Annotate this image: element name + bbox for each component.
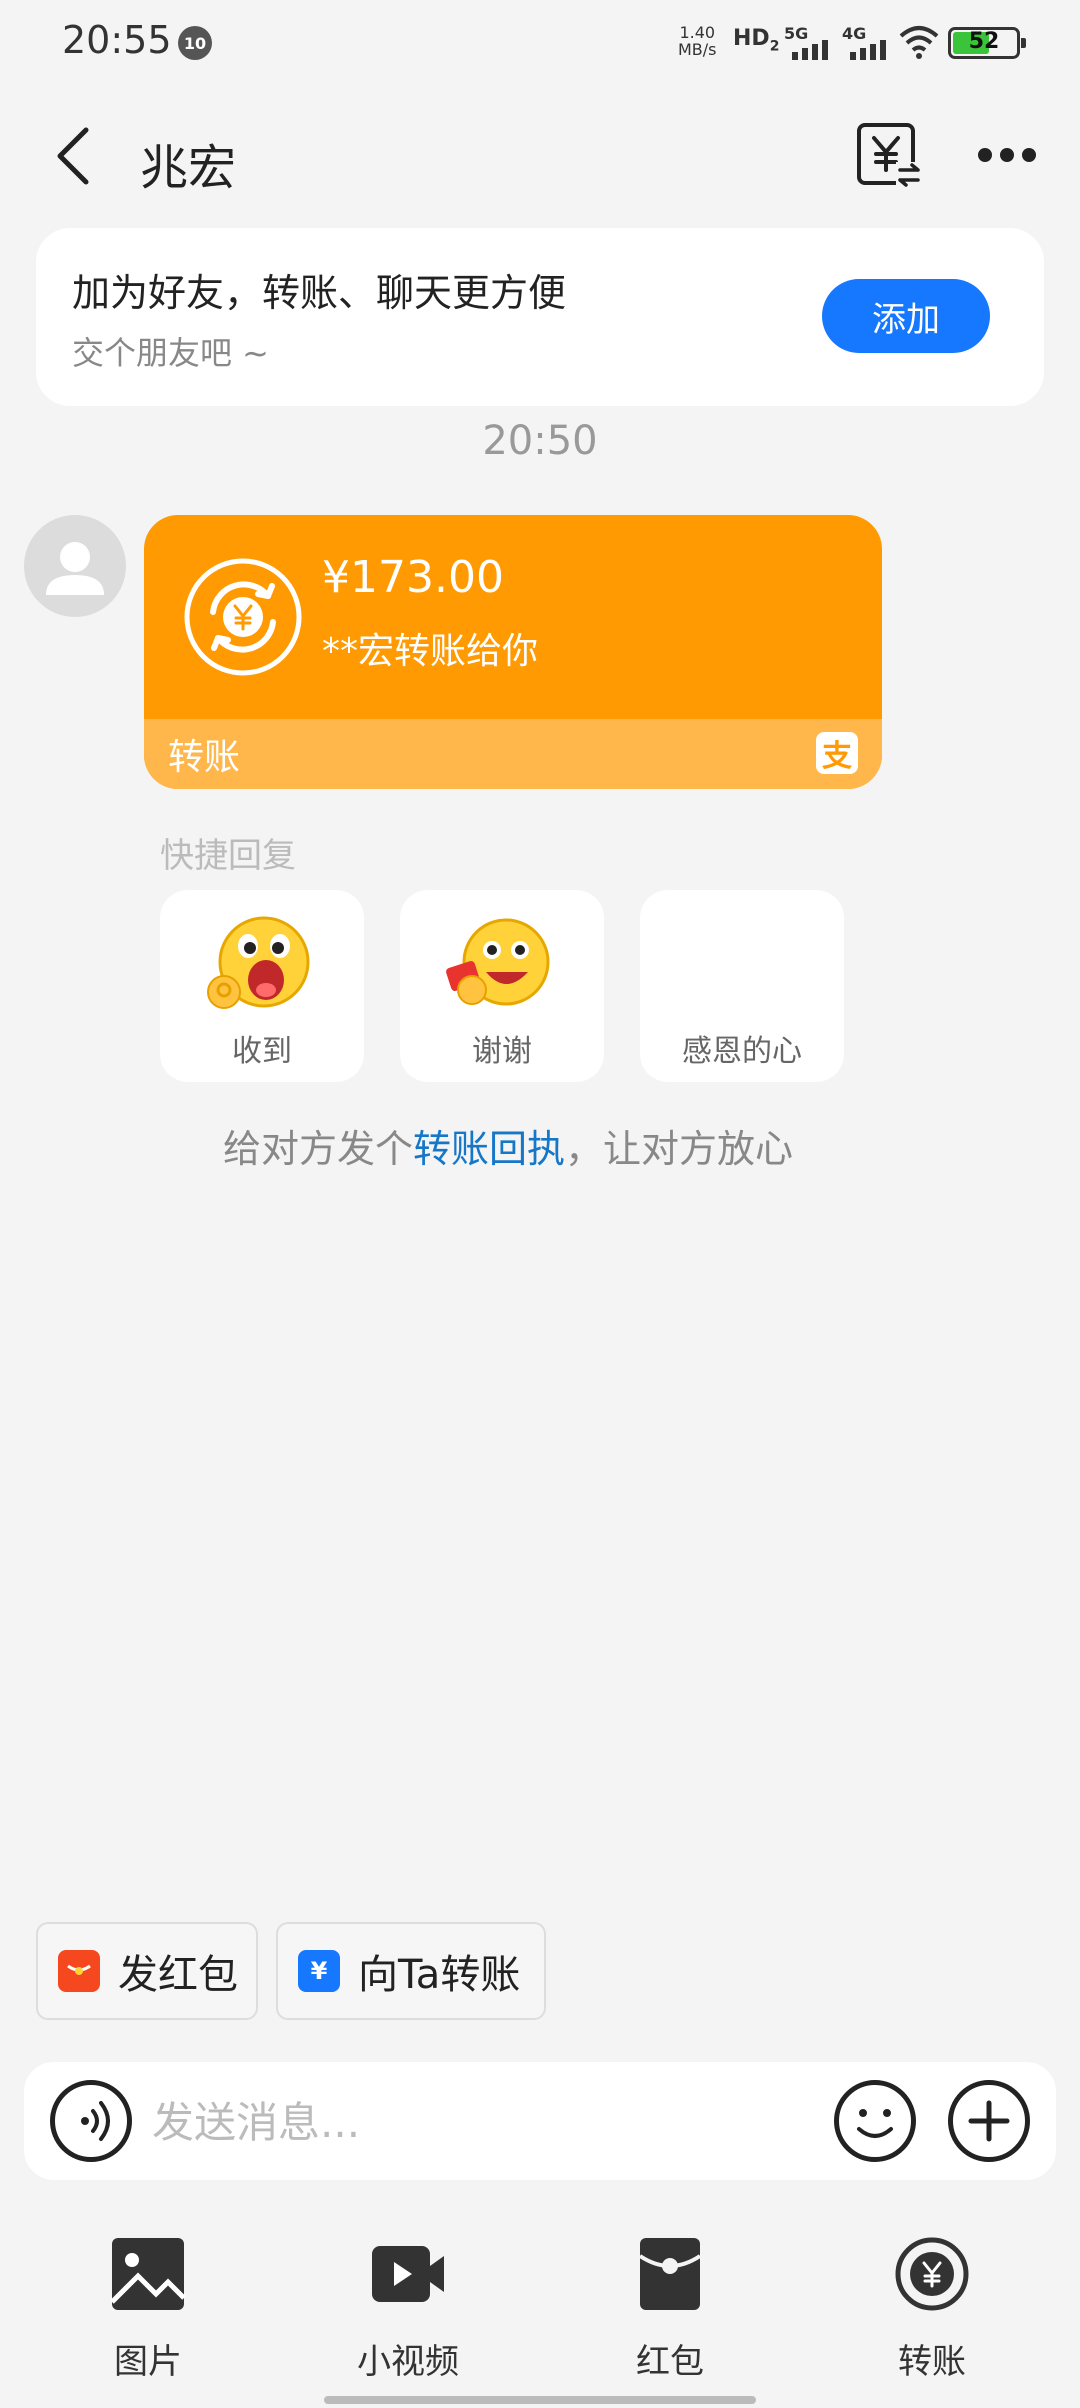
video-icon [372,2246,444,2302]
message-input[interactable] [152,2090,792,2154]
quick-reply-thanks[interactable]: 谢谢 [400,890,604,1082]
add-friend-button[interactable]: 添加 [822,279,990,353]
chat-timestamp: 20:50 [482,418,598,464]
home-indicator[interactable] [324,2396,756,2404]
transfer-bubble-footer [144,719,882,789]
signal-5g-icon: 5G [784,24,840,60]
add-friend-subtitle: 交个朋友吧 ~ [72,334,269,372]
red-packet-icon [58,1950,100,1992]
receipt-hint: 给对方发个转账回执，让对方放心 [0,1118,1016,1173]
quick-reply-caption: 感恩的心 [682,1034,802,1069]
send-red-packet-label: 发红包 [118,1952,238,1998]
emoji-button[interactable] [834,2080,916,2162]
status-time: 20:55 [62,18,172,62]
transfer-record-button[interactable] [856,122,922,188]
alipay-icon: 支 [816,732,858,774]
image-icon [110,2238,186,2310]
transfer-to-them-label: 向Ta转账 [358,1952,521,1998]
network-speed-unit: MB/s [678,40,717,59]
red-packet-icon [638,2238,702,2310]
quick-reply-label: 快捷回复 [160,836,296,876]
transfer-to-them-button[interactable]: ¥ 向Ta转账 [276,1922,546,2020]
toolbar-label: 转账 [898,2342,966,2382]
battery-icon: 52 [948,27,1026,59]
thanks-emoji-icon [446,918,550,1006]
receipt-hint-prefix: 给对方发个 [222,1127,413,1171]
ok-emoji-icon [207,916,310,1009]
notification-badge: 10 [178,26,212,60]
network-speed: 1.40 MB/s [678,24,717,58]
quick-reply-caption: 谢谢 [472,1034,532,1069]
quick-reply-received[interactable]: 收到 [160,890,364,1082]
transfer-card-icon: ¥ [298,1950,340,1992]
more-options-button[interactable] [978,142,1036,168]
user-silhouette-icon [46,542,104,595]
signal-4g-icon: 4G [842,24,898,60]
wifi-icon [899,26,939,59]
transfer-label: 转账 [168,737,241,778]
network-speed-value: 1.40 [679,23,716,42]
quick-reply-grateful[interactable]: 感恩的心 [640,890,844,1082]
transfer-icon [895,2237,969,2311]
quick-reply-caption: 收到 [232,1034,292,1069]
page-title: 兆宏 [140,140,237,196]
transfer-from: **宏转账给你 [322,631,539,672]
receipt-hint-suffix: ，让对方放心 [565,1127,794,1171]
add-friend-title: 加为好友，转账、聊天更方便 [72,271,567,315]
toolbar-label: 小视频 [357,2342,459,2382]
more-actions-button[interactable] [948,2080,1030,2162]
voice-input-button[interactable] [50,2080,132,2162]
toolbar-transfer[interactable]: 转账 [852,2236,1012,2383]
send-red-packet-button[interactable]: 发红包 [36,1922,258,2020]
avatar[interactable] [24,515,126,617]
toolbar-image[interactable]: 图片 [68,2236,228,2383]
toolbar-video[interactable]: 小视频 [328,2236,488,2383]
toolbar-label: 图片 [114,2342,182,2382]
hd-icon: HD2 [733,26,780,55]
toolbar-label: 红包 [636,2342,704,2382]
transfer-receipt-link[interactable]: 转账回执 [413,1127,565,1171]
transfer-yuan-icon [184,558,302,676]
transfer-amount: ¥173.00 [322,552,504,603]
toolbar-red-packet[interactable]: 红包 [590,2236,750,2383]
back-button[interactable] [46,124,102,188]
